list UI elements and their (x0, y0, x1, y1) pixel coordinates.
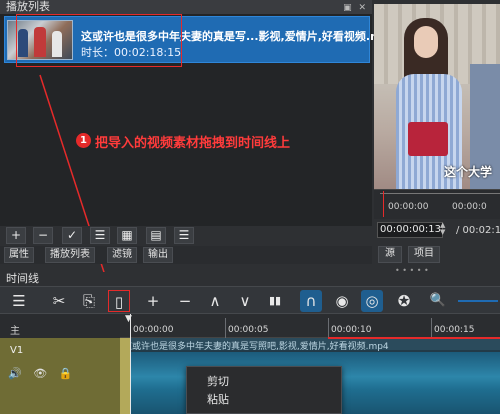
spinner-icon[interactable]: ▲ ▼ (440, 222, 445, 236)
scrubber-time-start: 00:00:00 (388, 202, 429, 212)
master-track-label: 主 (10, 326, 20, 337)
scrubber-time-mid: 00:00:0 (452, 202, 487, 212)
zoom-slider[interactable] (458, 300, 498, 302)
tab-filters[interactable]: 滤镜 (107, 247, 137, 263)
timeline-playhead[interactable] (130, 314, 131, 414)
playlist-title-bar: 播放列表 ▣ ✕ (0, 0, 372, 14)
timeline-toolbar: ☰ ✂ ⎘ ▯ + − ∧ ∨ ▮▮ ∩ ◉ ◎ ✪ 🔍 (0, 286, 500, 314)
scrubber-playhead[interactable] (383, 191, 384, 217)
step-number-badge: 1 (76, 133, 91, 148)
menu-item-cut[interactable]: 剪切 (207, 373, 229, 389)
scrubber-ticks (380, 193, 500, 197)
panel-tabs: 属性 播放列表 滤镜 输出 (0, 246, 372, 264)
ruler-label: 00:00:10 (331, 325, 372, 335)
window-buttons[interactable]: ▣ ✕ (343, 1, 368, 15)
tab-export[interactable]: 输出 (143, 247, 173, 263)
selection-line (328, 337, 500, 339)
split-icon[interactable]: ▮▮ (264, 290, 286, 312)
zoom-out-icon[interactable]: 🔍 (427, 290, 449, 312)
copy-icon[interactable]: ⎘ (78, 290, 100, 312)
playlist-toolbar: + − ✓ ☰ ▦ ▤ ☰ (0, 226, 372, 246)
menu-icon[interactable]: ☰ (8, 290, 30, 312)
details-view-button[interactable]: ☰ (90, 227, 110, 244)
clip-in-thumbnail (120, 338, 130, 414)
add-button[interactable]: + (6, 227, 26, 244)
timeline-title: 时间线 (0, 272, 500, 286)
icons-view-button[interactable]: ▤ (146, 227, 166, 244)
video-preview (374, 4, 500, 189)
tab-project[interactable]: 项目 (408, 246, 440, 263)
remove-button[interactable]: − (33, 227, 53, 244)
tab-playlist[interactable]: 播放列表 (45, 247, 95, 263)
menu-item-paste[interactable]: 粘贴 (207, 391, 229, 407)
annotation-text: 把导入的视频素材拖拽到时间线上 (95, 136, 291, 151)
context-menu: 剪切 粘贴 (186, 366, 342, 414)
track-controls[interactable]: 🔊 👁 🔒 (8, 367, 76, 380)
playlist-title: 播放列表 (6, 0, 50, 13)
ruler-label: 00:00:15 (434, 325, 475, 335)
snap-icon[interactable]: ∩ (300, 290, 322, 312)
timecode-input[interactable]: 00:00:00:13 (377, 222, 443, 238)
ruler-label: 00:00:00 (133, 325, 174, 335)
ruler-label: 00:00:05 (228, 325, 269, 335)
ripple-all-icon[interactable]: ✪ (393, 290, 415, 312)
playlist-menu-button[interactable]: ☰ (174, 227, 194, 244)
tab-properties[interactable]: 属性 (4, 247, 34, 263)
total-duration: / 00:02:1 (456, 225, 500, 236)
track-label-v1: V1 (10, 345, 24, 356)
scrub-icon[interactable]: ◉ (331, 290, 353, 312)
overwrite-icon[interactable]: ∨ (234, 290, 256, 312)
video-subtitle: 这个大学 (444, 165, 493, 179)
add-icon[interactable]: + (142, 290, 164, 312)
ripple-icon[interactable]: ◎ (361, 290, 383, 312)
lift-icon[interactable]: ∧ (204, 290, 226, 312)
paste-icon[interactable]: ▯ (108, 290, 130, 312)
remove-icon[interactable]: − (174, 290, 196, 312)
highlight-box (16, 14, 182, 67)
playhead-marker-icon[interactable]: ▼ (125, 314, 132, 324)
tiles-view-button[interactable]: ▦ (117, 227, 137, 244)
tab-source[interactable]: 源 (378, 246, 402, 263)
update-button[interactable]: ✓ (62, 227, 82, 244)
cut-icon[interactable]: ✂ (48, 290, 70, 312)
clip-name: 这或许也是很多中年夫妻的真是写照吧,影视,爱情片,好看视频.mp4 (123, 342, 389, 352)
